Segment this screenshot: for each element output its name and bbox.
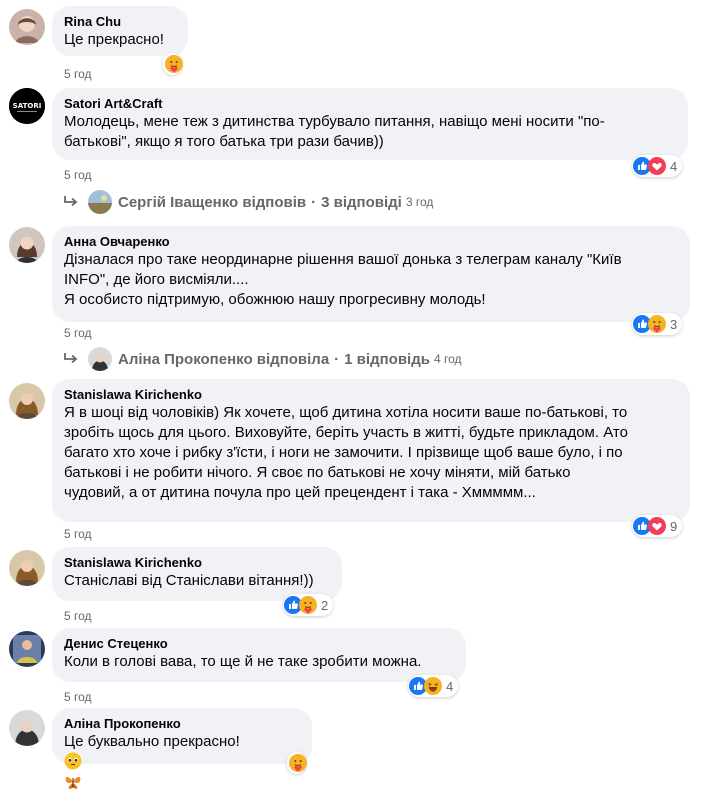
comment-time[interactable]: 5 год bbox=[64, 168, 92, 182]
reply-avatar bbox=[88, 347, 112, 371]
love-reaction-icon bbox=[648, 157, 666, 175]
reaction-summary[interactable] bbox=[163, 53, 182, 75]
reaction-count: 3 bbox=[670, 316, 678, 332]
reply-time: 3 год bbox=[405, 195, 434, 209]
reply-avatar bbox=[88, 190, 112, 214]
comment-text: Молодець, мене теж з дитинства турбувало… bbox=[64, 113, 605, 150]
comment-text: Дізналася про таке неординарне рішення в… bbox=[64, 251, 622, 308]
satori-logo-icon: SATORI bbox=[13, 102, 42, 110]
comment-bubble: Satori Art&Craft Молодець, мене теж з ди… bbox=[52, 88, 688, 160]
avatar[interactable] bbox=[9, 227, 45, 263]
reaction-summary[interactable]: 4 bbox=[632, 155, 683, 177]
comment-author[interactable]: Денис Стеценко bbox=[64, 635, 454, 652]
avatar[interactable] bbox=[9, 383, 45, 419]
comment-time[interactable]: 5 год bbox=[64, 326, 92, 340]
reaction-count: 4 bbox=[670, 158, 678, 174]
care-reaction-icon bbox=[289, 754, 307, 772]
comment-time[interactable]: 5 год bbox=[64, 690, 92, 704]
comment-text: Я в шоці від чоловіків) Як хочете, щоб д… bbox=[64, 404, 628, 501]
view-replies-link[interactable]: Сергій Іващенко відповів · 3 відповіді 3… bbox=[62, 189, 433, 215]
comment-text: Це буквально прекрасно! bbox=[64, 733, 240, 750]
reaction-count: 4 bbox=[446, 678, 454, 694]
avatar[interactable] bbox=[9, 710, 45, 746]
reply-arrow-icon bbox=[62, 352, 80, 366]
comment-text: Це прекрасно! bbox=[64, 31, 164, 48]
comment-bubble: Stanislawa Kirichenko Станіславі від Ста… bbox=[52, 547, 342, 601]
butterfly-emoji-icon bbox=[65, 777, 81, 789]
reply-author-text: Сергій Іващенко відповів bbox=[118, 193, 307, 211]
separator-dot: · bbox=[334, 350, 340, 368]
comment-bubble: Stanislawa Kirichenko Я в шоці від чолов… bbox=[52, 379, 690, 522]
reaction-summary[interactable]: 2 bbox=[283, 594, 334, 616]
comment-text: Станіславі від Станіслави вітання!)) bbox=[64, 572, 314, 589]
comment-bubble: Rina Chu Це прекрасно! bbox=[52, 6, 188, 56]
haha-reaction-icon bbox=[424, 677, 442, 695]
comment-author[interactable]: Satori Art&Craft bbox=[64, 95, 676, 112]
comment-time[interactable]: 5 год bbox=[64, 609, 92, 623]
comment-bubble: Аліна Прокопенко Це буквально прекрасно! bbox=[52, 708, 312, 789]
comment-text: Коли в голові вава, то ще й не таке зроб… bbox=[64, 653, 422, 670]
reaction-summary[interactable]: 9 bbox=[632, 515, 683, 537]
comment-author[interactable]: Анна Овчаренко bbox=[64, 233, 678, 250]
care-reaction-icon bbox=[648, 315, 666, 333]
love-reaction-icon bbox=[648, 517, 666, 535]
comment-time[interactable]: 5 год bbox=[64, 67, 92, 81]
view-replies-link[interactable]: Аліна Прокопенко відповіла · 1 відповідь… bbox=[62, 346, 462, 372]
comment-time[interactable]: 5 год bbox=[64, 527, 92, 541]
comment-author[interactable]: Stanislawa Kirichenko bbox=[64, 554, 330, 571]
avatar[interactable]: SATORI bbox=[9, 88, 45, 124]
reaction-summary[interactable]: 3 bbox=[632, 313, 683, 335]
reply-count: 1 відповідь bbox=[344, 350, 430, 368]
reaction-summary[interactable] bbox=[287, 752, 306, 774]
reaction-summary[interactable]: 4 bbox=[408, 675, 459, 697]
care-reaction-icon bbox=[299, 596, 317, 614]
separator-dot: · bbox=[311, 193, 317, 211]
pleading-face-emoji-icon bbox=[64, 752, 82, 770]
comment-bubble: Денис Стеценко Коли в голові вава, то ще… bbox=[52, 628, 466, 682]
avatar[interactable] bbox=[9, 9, 45, 45]
comment-author[interactable]: Stanislawa Kirichenko bbox=[64, 386, 678, 403]
care-reaction-icon bbox=[165, 55, 183, 73]
avatar[interactable] bbox=[9, 631, 45, 667]
reply-time: 4 год bbox=[433, 352, 462, 366]
comment-author[interactable]: Аліна Прокопенко bbox=[64, 715, 300, 732]
comment-bubble: Анна Овчаренко Дізналася про таке неорди… bbox=[52, 226, 690, 322]
reply-author-text: Аліна Прокопенко відповіла bbox=[118, 350, 330, 368]
comment-text-wrap: Це буквально прекрасно! bbox=[64, 732, 300, 794]
reaction-count: 9 bbox=[670, 518, 678, 534]
reply-count: 3 відповіді bbox=[321, 193, 402, 211]
avatar[interactable] bbox=[9, 550, 45, 586]
reply-arrow-icon bbox=[62, 195, 80, 209]
reaction-count: 2 bbox=[321, 597, 329, 613]
comment-author[interactable]: Rina Chu bbox=[64, 13, 176, 30]
